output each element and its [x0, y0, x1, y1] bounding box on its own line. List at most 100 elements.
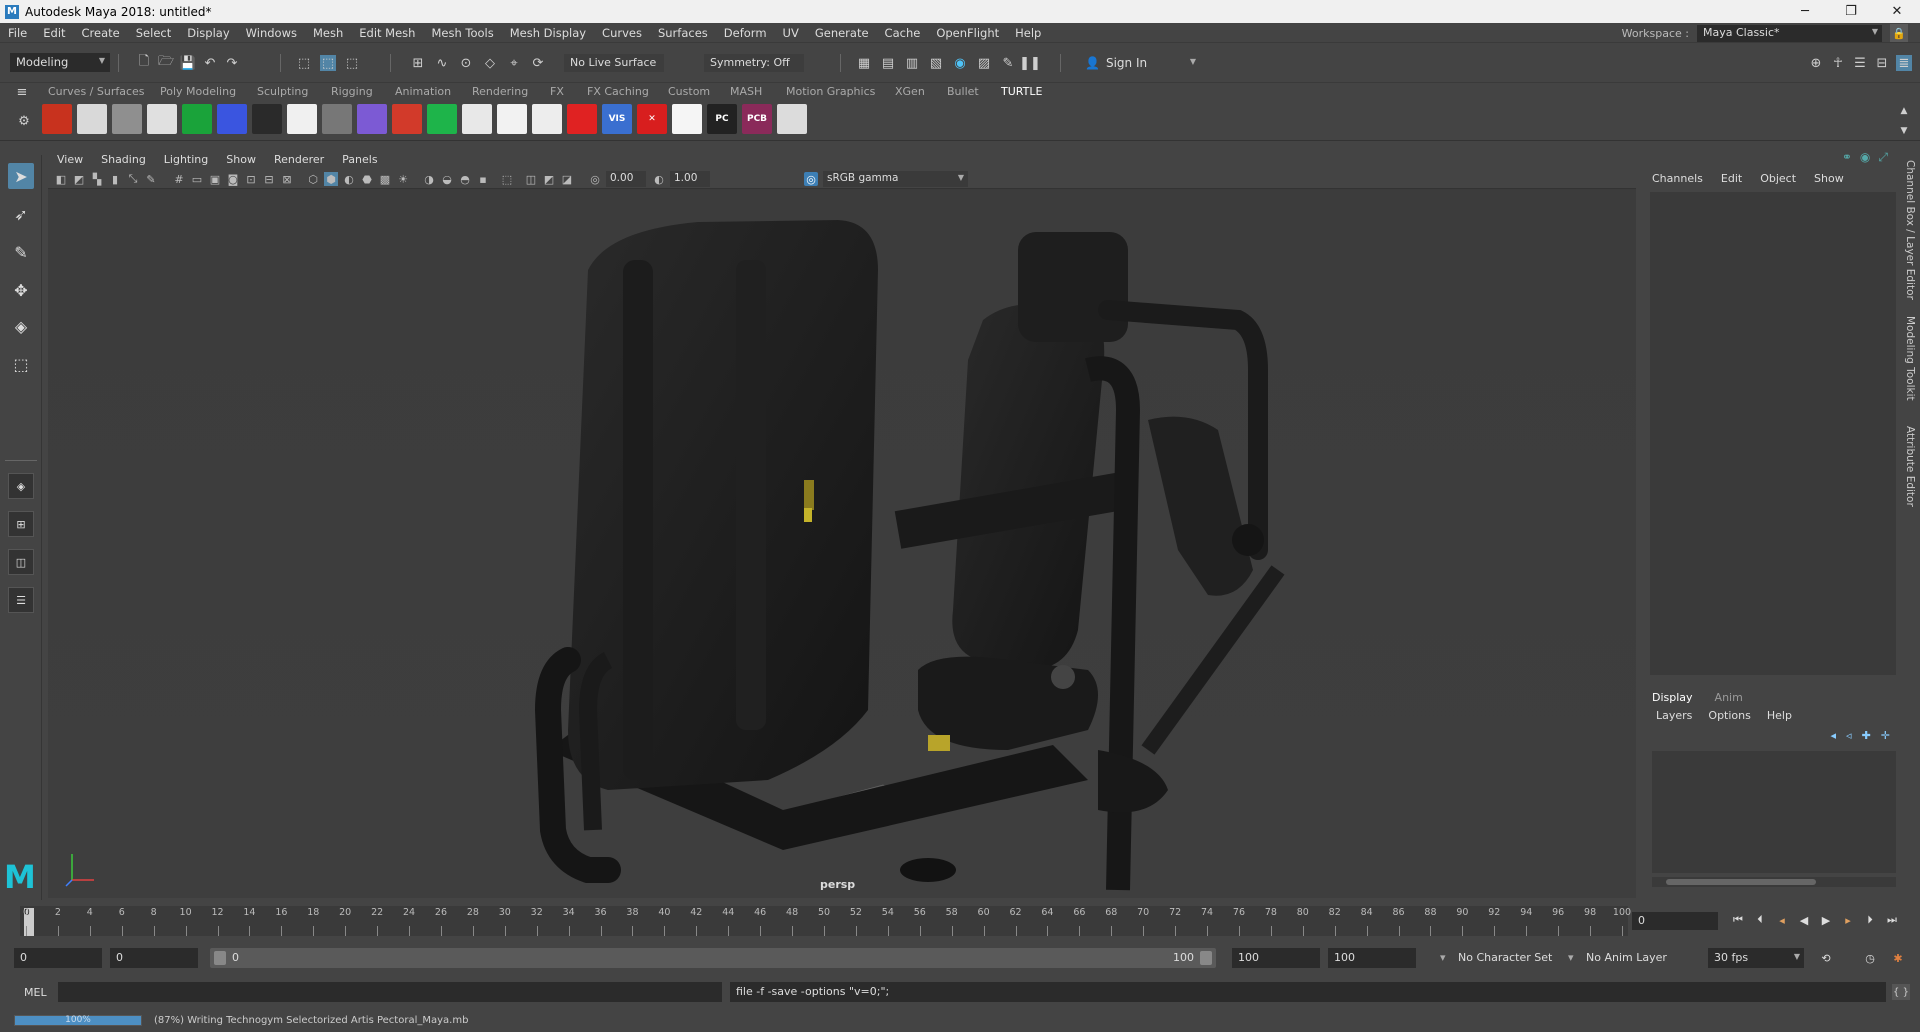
shadows-icon[interactable]: ◑	[422, 172, 436, 186]
shelf-button-green-sphere-icon[interactable]	[182, 104, 212, 134]
select-component-icon[interactable]: ⬚	[344, 55, 360, 71]
save-scene-icon[interactable]: 💾	[180, 55, 196, 71]
menu-uv[interactable]: UV	[775, 26, 807, 40]
move-tool-icon[interactable]: ✥	[8, 277, 34, 303]
shelf-button-bake-icon[interactable]	[77, 104, 107, 134]
step-forward-key-icon[interactable]: ▸	[1840, 912, 1856, 928]
exposure-field[interactable]: 0.00	[606, 171, 646, 187]
menu-edit[interactable]: Edit	[35, 26, 73, 40]
select-camera-icon[interactable]: ◧	[54, 172, 68, 186]
select-hierarchy-icon[interactable]: ⬚	[296, 55, 312, 71]
camera-attributes-icon[interactable]: ◩	[72, 172, 86, 186]
shelf-tab-rigging[interactable]: Rigging	[331, 85, 373, 98]
go-to-start-icon[interactable]: ⏮	[1730, 912, 1746, 928]
channel-box-menu-edit[interactable]: Edit	[1721, 172, 1742, 185]
layer-menu-help[interactable]: Help	[1767, 709, 1792, 722]
menu-deform[interactable]: Deform	[716, 26, 775, 40]
shelf-tab-rendering[interactable]: Rendering	[472, 85, 528, 98]
step-forward-frame-icon[interactable]: ⏵	[1862, 912, 1878, 928]
snap-together-icon[interactable]: ⟳	[530, 55, 546, 71]
menu-mesh-display[interactable]: Mesh Display	[502, 26, 594, 40]
tool-settings-icon[interactable]: ⊟	[1874, 55, 1890, 71]
render-frame-icon[interactable]: ▤	[880, 55, 896, 71]
shelf-button-pcb-icon[interactable]: PCB	[742, 104, 772, 134]
playback-start-field[interactable]: 0	[110, 948, 198, 968]
playback-end-field[interactable]: 100	[1232, 948, 1320, 968]
shelf-button-green-cone-icon[interactable]	[427, 104, 457, 134]
workspace-dropdown[interactable]: Maya Classic*	[1697, 24, 1882, 42]
menu-surfaces[interactable]: Surfaces	[650, 26, 716, 40]
channel-box-menu-object[interactable]: Object	[1760, 172, 1796, 185]
menu-mesh[interactable]: Mesh	[305, 26, 351, 40]
shelf-scroll-up-icon[interactable]: ▲	[1896, 103, 1912, 119]
minimize-icon[interactable]: ─	[1782, 0, 1828, 23]
shelf-button-red-eye-icon[interactable]	[567, 104, 597, 134]
shelf-tab-fx-caching[interactable]: FX Caching	[587, 85, 649, 98]
shelf-tab-animation[interactable]: Animation	[395, 85, 451, 98]
modeling-toolkit-icon[interactable]: ⊕	[1808, 55, 1824, 71]
menu-select[interactable]: Select	[128, 26, 179, 40]
layer-scrollbar[interactable]	[1652, 877, 1896, 887]
shelf-tab-motion-graphics[interactable]: Motion Graphics	[786, 85, 875, 98]
menu-edit-mesh[interactable]: Edit Mesh	[351, 26, 423, 40]
xray-joints-icon[interactable]: ◩	[542, 172, 556, 186]
command-input[interactable]	[58, 982, 722, 1002]
menu-openflight[interactable]: OpenFlight	[928, 26, 1007, 40]
screen-space-ao-icon[interactable]: ◒	[440, 172, 454, 186]
snap-view-plane-icon[interactable]: ◇	[482, 55, 498, 71]
snap-curve-icon[interactable]: ∿	[434, 55, 450, 71]
current-frame-field[interactable]: 0	[1632, 912, 1718, 930]
step-back-key-icon[interactable]: ◂	[1774, 912, 1790, 928]
layer-menu-layers[interactable]: Layers	[1656, 709, 1692, 722]
2d-pan-zoom-icon[interactable]: ⤡	[126, 172, 140, 186]
shelf-tab-poly-modeling[interactable]: Poly Modeling	[160, 85, 236, 98]
default-material-icon[interactable]: ◐	[342, 172, 356, 186]
move-layer-down-icon[interactable]: ◃	[1846, 729, 1852, 742]
help-icon[interactable]: ◉	[1860, 150, 1870, 165]
grease-pencil-icon[interactable]: ✎	[144, 172, 158, 186]
restore-icon[interactable]: ❐	[1828, 0, 1874, 23]
image-plane-icon[interactable]: ▮	[108, 172, 122, 186]
viewport-menu-panels[interactable]: Panels	[333, 153, 386, 166]
shelf-button-white-oval-icon[interactable]	[532, 104, 562, 134]
sign-in-button[interactable]: 👤 Sign In	[1085, 53, 1200, 73]
character-set-arrow-icon[interactable]: ▾	[1434, 948, 1452, 968]
snap-point-icon[interactable]: ⊙	[458, 55, 474, 71]
side-tab-modeling-toolkit[interactable]: Modeling Toolkit	[1904, 316, 1916, 401]
menu-set-dropdown[interactable]: Modeling	[10, 53, 110, 72]
light-editor-icon[interactable]: ✎	[1000, 55, 1016, 71]
range-start-handle[interactable]	[214, 951, 226, 965]
textured-icon[interactable]: ▩	[378, 172, 392, 186]
channel-box-icon[interactable]: ≣	[1896, 55, 1912, 71]
channel-box-content[interactable]	[1650, 192, 1896, 675]
gamma-icon[interactable]: ◐	[652, 172, 666, 186]
viewport-menu-view[interactable]: View	[48, 153, 92, 166]
color-management-icon[interactable]: ◎	[804, 172, 818, 186]
multisample-aa-icon[interactable]: ▪	[476, 172, 490, 186]
play-forward-icon[interactable]: ▶	[1818, 912, 1834, 928]
animation-start-field[interactable]: 0	[14, 948, 102, 968]
move-layer-up-icon[interactable]: ◂	[1831, 729, 1837, 742]
viewport-menu-lighting[interactable]: Lighting	[155, 153, 217, 166]
shelf-button-sphere-light-icon[interactable]	[147, 104, 177, 134]
bookmark-icon[interactable]: ▚	[90, 172, 104, 186]
snap-grid-icon[interactable]: ⊞	[410, 55, 426, 71]
rotate-tool-icon[interactable]: ◈	[8, 313, 34, 339]
gate-mask-icon[interactable]: ◙	[226, 172, 240, 186]
menu-mesh-tools[interactable]: Mesh Tools	[423, 26, 501, 40]
layer-tab-display[interactable]: Display	[1652, 691, 1693, 704]
menu-create[interactable]: Create	[74, 26, 128, 40]
viewport-menu-show[interactable]: Show	[217, 153, 265, 166]
animation-preferences-icon[interactable]: ✱	[1890, 950, 1906, 966]
select-object-icon[interactable]: ⬚	[320, 55, 336, 71]
command-language-toggle[interactable]: MEL	[24, 986, 47, 999]
field-chart-icon[interactable]: ⊡	[244, 172, 258, 186]
shelf-tab-sculpting[interactable]: Sculpting	[257, 85, 308, 98]
new-empty-layer-icon[interactable]: ✚	[1862, 729, 1871, 742]
viewport-canvas[interactable]	[48, 190, 1636, 898]
render-setup-icon[interactable]: ▨	[976, 55, 992, 71]
layer-list[interactable]	[1652, 751, 1896, 873]
shelf-scroll-down-icon[interactable]: ▼	[1896, 123, 1912, 139]
channel-box-menu-show[interactable]: Show	[1814, 172, 1844, 185]
menu-help[interactable]: Help	[1007, 26, 1049, 40]
